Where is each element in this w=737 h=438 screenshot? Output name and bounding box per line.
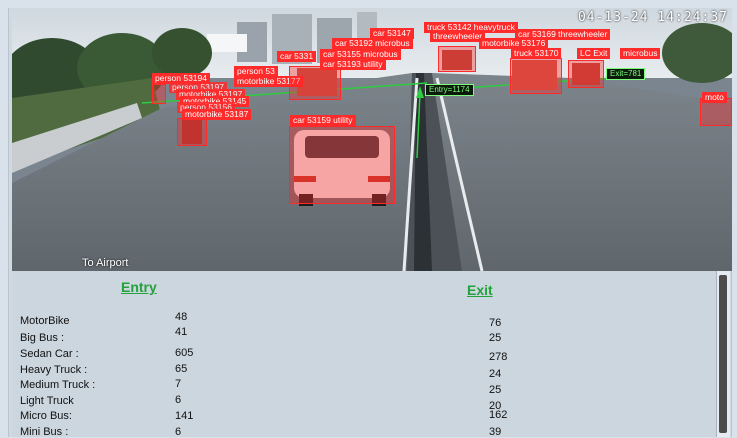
row-label: Big Bus : [20, 332, 65, 344]
detection-box [152, 84, 166, 104]
row-label: Heavy Truck : [20, 364, 88, 376]
entry-value: 6 [175, 426, 182, 438]
entry-counter: Entry=1174 [425, 84, 474, 96]
detection-box [177, 118, 207, 146]
detection-label: car 5331 [277, 51, 317, 62]
detection-label: threewheeler [430, 31, 486, 42]
row-label: MotorBike [20, 315, 70, 327]
detection-box [568, 60, 604, 88]
row-label: Mini Bus : [20, 426, 69, 438]
entry-value: 605 [175, 347, 194, 359]
exit-value: 162 [489, 409, 508, 421]
exit-value: 25 [489, 384, 502, 396]
detection-label: microbus [620, 48, 661, 59]
detection-label: LC Exit [577, 48, 611, 59]
detection-label: moto [702, 92, 727, 103]
entry-value: 141 [175, 410, 194, 422]
exit-counter: Exit=781 [606, 68, 646, 80]
exit-value: 24 [489, 368, 502, 380]
detection-label: car 53147 [370, 28, 414, 39]
row-label: Light Truck [20, 395, 74, 407]
camera-caption: To Airport [82, 257, 129, 269]
detection-label: car 53193 utility [320, 59, 386, 70]
detection-label: car 53159 utility [290, 115, 356, 126]
detection-label: car 53192 microbus [332, 38, 413, 49]
detection-box [289, 126, 395, 204]
detection-box [289, 66, 341, 100]
detection-box [438, 46, 476, 72]
exit-value: 278 [489, 351, 508, 363]
exit-header: Exit [467, 282, 493, 298]
row-label: Sedan Car : [20, 348, 79, 360]
exit-value: 39 [489, 426, 502, 438]
entry-value: 65 [175, 363, 188, 375]
entry-value: 7 [175, 378, 182, 390]
scrollbar-thumb[interactable] [719, 275, 727, 433]
camera-feed: car 53159 utility person 53194 person 53… [12, 8, 732, 271]
detection-label: truck 53170 [511, 48, 562, 59]
vertical-scrollbar[interactable] [716, 271, 730, 437]
entry-value: 41 [175, 326, 188, 338]
row-label: Micro Bus: [20, 410, 72, 422]
row-label: Medium Truck : [20, 379, 96, 391]
count-panel: Entry Exit MotorBike 48 76 Big Bus : 41 … [12, 271, 716, 438]
detection-box [510, 58, 562, 94]
entry-value: 6 [175, 394, 182, 406]
entry-value: 48 [175, 311, 188, 323]
timestamp: 04-13-24 14:24:37 [577, 10, 728, 25]
entry-header: Entry [121, 279, 157, 295]
exit-value: 76 [489, 317, 502, 329]
exit-value: 25 [489, 332, 502, 344]
